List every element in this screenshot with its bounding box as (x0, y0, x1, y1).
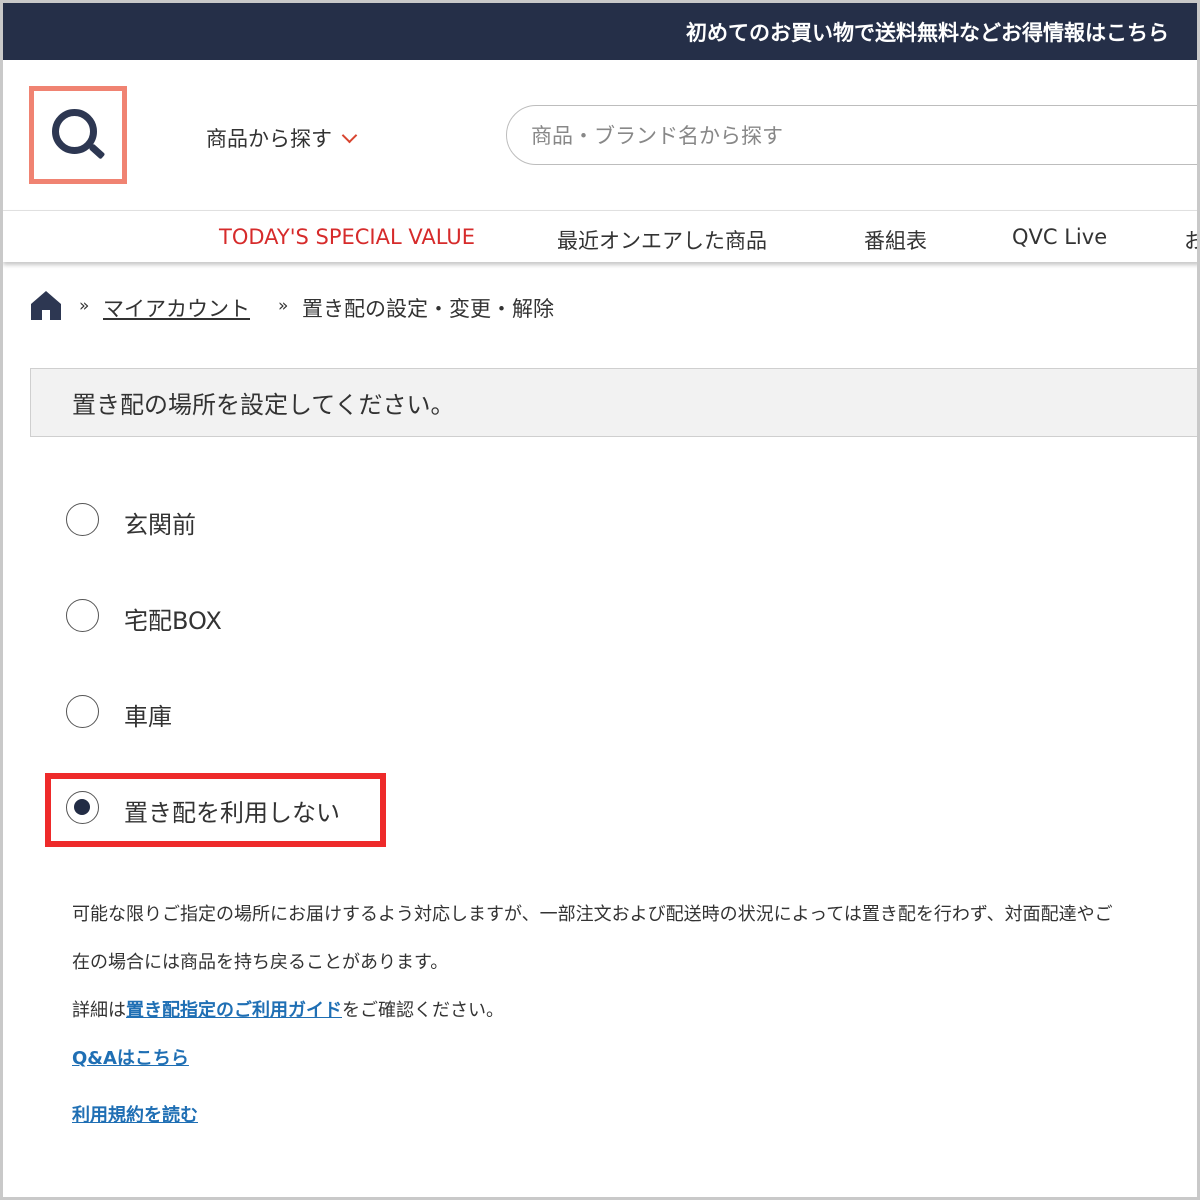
promo-banner[interactable]: 初めてのお買い物で送料無料などお得情報はこちら (3, 3, 1200, 60)
note-line-3: 詳細は置き配指定のご利用ガイドをご確認ください。 (72, 996, 504, 1022)
note-line-1: 可能な限りご指定の場所にお届けするよう対応しますが、一部注文および配送時の状況に… (72, 904, 1113, 925)
search-bar[interactable] (506, 105, 1200, 165)
terms-link[interactable]: 利用規約を読む (72, 1101, 198, 1127)
logo-q-tail (88, 143, 106, 160)
breadcrumb-separator: » (278, 296, 289, 316)
option-label[interactable]: 宅配BOX (124, 601, 222, 636)
instruction-text: 置き配の場所を設定してください。 (72, 391, 455, 419)
nav-item-more[interactable]: お (1184, 225, 1200, 255)
radio-entrance[interactable] (66, 503, 99, 536)
main-nav: TODAY'S SPECIAL VALUE 最近オンエアした商品 番組表 QVC… (3, 211, 1200, 262)
home-icon[interactable] (30, 290, 62, 320)
note-line-3-prefix: 詳細は (72, 1000, 126, 1021)
breadcrumb-current: 置き配の設定・変更・解除 (302, 297, 554, 321)
option-label[interactable]: 玄関前 (124, 505, 196, 540)
okihai-guide-link[interactable]: 置き配指定のご利用ガイド (126, 1000, 342, 1021)
qvc-logo[interactable] (29, 86, 127, 184)
instruction-box: 置き配の場所を設定してください。 (30, 368, 1200, 437)
promo-banner-text[interactable]: 初めてのお買い物で送料無料などお得情報はこちら (686, 17, 1169, 47)
search-input[interactable] (529, 120, 1133, 152)
browse-products-label: 商品から探す (206, 127, 332, 151)
browse-products-menu[interactable]: 商品から探す (206, 123, 358, 153)
nav-item-recent-onair[interactable]: 最近オンエアした商品 (557, 225, 767, 255)
nav-item-schedule[interactable]: 番組表 (864, 225, 927, 255)
option-label[interactable]: 車庫 (124, 697, 172, 732)
nav-item-qvc-live[interactable]: QVC Live (1012, 225, 1107, 249)
note-line-3-suffix: をご確認ください。 (342, 1000, 504, 1021)
breadcrumb-link-my-account[interactable]: マイアカウント (103, 293, 250, 323)
radio-delivery-box[interactable] (66, 599, 99, 632)
chevron-down-icon (341, 127, 358, 144)
qa-link[interactable]: Q&Aはこちら (72, 1044, 189, 1070)
radio-garage[interactable] (66, 695, 99, 728)
breadcrumb-separator: » (79, 296, 90, 316)
note-line-2: 在の場合には商品を持ち戻ることがあります。 (72, 952, 449, 973)
callout-highlight-box (45, 773, 386, 847)
nav-item-todays-special-value[interactable]: TODAY'S SPECIAL VALUE (219, 225, 475, 249)
